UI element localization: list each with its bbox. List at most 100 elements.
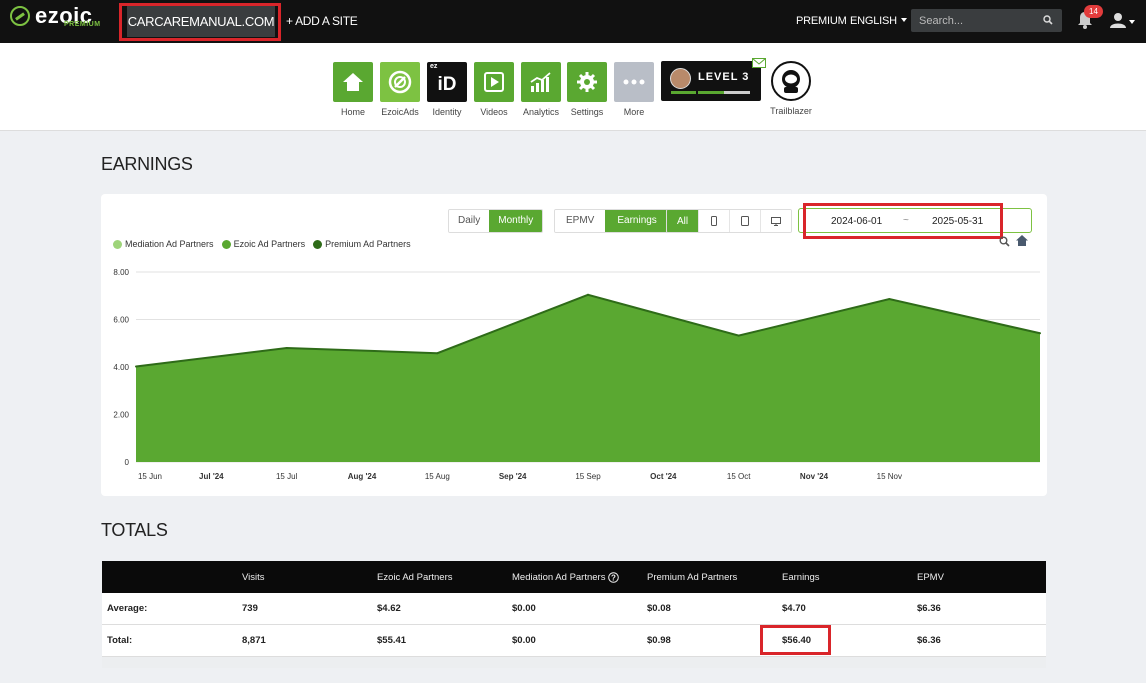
chevron-down-icon [900, 18, 907, 22]
app-more[interactable]: More [614, 62, 654, 117]
add-site-link[interactable]: + ADD A SITE [286, 14, 358, 28]
x-tick-label: 15 Oct [727, 472, 751, 481]
metric-epmv-button[interactable]: EPMV [555, 210, 606, 232]
device-tablet-button[interactable] [729, 210, 760, 232]
astronaut-icon [771, 61, 811, 101]
column-header: EPMV [917, 572, 944, 583]
period-daily-button[interactable]: Daily [449, 210, 490, 232]
table-cell: $55.41 [377, 635, 407, 646]
x-tick-label: Aug '24 [348, 472, 377, 481]
x-tick-label: Sep '24 [499, 472, 527, 481]
x-tick-label: Oct '24 [650, 472, 677, 481]
device-filter: All [666, 209, 792, 233]
legend-label: Premium Ad Partners [325, 239, 411, 249]
column-header: Premium Ad Partners [647, 572, 738, 583]
x-tick-label: Nov '24 [800, 472, 829, 481]
table-cell: 8,871 [242, 635, 266, 646]
user-avatar-icon[interactable] [1110, 12, 1126, 28]
device-mobile-button[interactable] [698, 210, 729, 232]
period-toggle: Daily Monthly [448, 209, 544, 233]
premium-link[interactable]: PREMIUM [796, 15, 847, 27]
table-header: Visits Ezoic Ad Partners Mediation Ad Pa… [102, 561, 1046, 593]
app-analytics[interactable]: Analytics [521, 62, 561, 117]
metric-earnings-button[interactable]: Earnings [605, 210, 669, 232]
earnings-heading: EARNINGS [101, 154, 193, 174]
period-monthly-button[interactable]: Monthly [489, 210, 543, 232]
app-identity-tile[interactable]: ez iD [427, 62, 467, 102]
reset-zoom-home-icon[interactable] [1016, 235, 1028, 246]
videos-icon [484, 72, 504, 92]
data-point [888, 298, 891, 301]
data-point [737, 334, 740, 337]
legend-item-premium[interactable]: Premium Ad Partners [313, 239, 411, 249]
app-more-tile[interactable] [614, 62, 654, 102]
trailblazer-label: Trailblazer [770, 106, 812, 116]
search-box[interactable] [911, 9, 1062, 32]
app-settings-tile[interactable] [567, 62, 607, 102]
x-tick-label: Jul '24 [199, 472, 224, 481]
x-tick-label: 15 Jun [138, 472, 162, 481]
table-cell: $6.36 [917, 603, 941, 614]
identity-icon: iD [437, 74, 457, 95]
home-icon [343, 73, 363, 91]
earnings-area-chart: 0 2.00 4.00 6.00 8.00 15 Jun Jul '24 15 Jul Aug … [113, 268, 1041, 481]
y-tick-label: 2.00 [113, 411, 129, 420]
earnings-highlight-box [760, 625, 831, 655]
desktop-icon [771, 216, 781, 226]
app-settings[interactable]: Settings [567, 62, 607, 117]
level-progress-bar [698, 91, 750, 94]
column-header: Earnings [782, 572, 820, 583]
brand-tier: PREMIUM [64, 21, 101, 28]
mail-icon[interactable] [752, 58, 766, 68]
table-footer [102, 657, 1046, 668]
app-videos[interactable]: Videos [474, 62, 514, 117]
data-point [1039, 332, 1041, 335]
level-label: LEVEL 3 [698, 71, 750, 83]
search-input[interactable] [911, 9, 1031, 32]
level-progress-fill [698, 91, 724, 94]
app-launcher-bar: Home EzoicAds ez iD Identity Videos Anal… [0, 43, 1146, 131]
app-videos-tile[interactable] [474, 62, 514, 102]
zoom-icon[interactable] [999, 236, 1010, 247]
ezoic-logo-icon [10, 6, 30, 26]
column-header: Ezoic Ad Partners [377, 572, 453, 583]
table-cell: 739 [242, 603, 258, 614]
x-tick-label: 15 Nov [877, 472, 902, 481]
legend-swatch [113, 239, 122, 249]
column-header: Mediation Ad Partners [512, 572, 606, 583]
search-icon[interactable] [1043, 15, 1053, 25]
level-accent-bar [671, 91, 696, 94]
legend-label: Mediation Ad Partners [125, 239, 214, 249]
svg-text:?: ? [612, 573, 617, 582]
data-point [436, 352, 439, 355]
app-home-tile[interactable] [333, 62, 373, 102]
ezoicads-icon [388, 70, 412, 94]
date-highlight-box [803, 203, 1003, 239]
legend-item-ezoic[interactable]: Ezoic Ad Partners [221, 239, 305, 249]
metric-toggle: EPMV Earnings [554, 209, 670, 233]
language-selector[interactable]: ENGLISH [850, 15, 907, 27]
column-header-mediation: Mediation Ad Partners? [512, 572, 620, 583]
device-all-button[interactable]: All [667, 210, 698, 232]
table-cell: $6.36 [917, 635, 941, 646]
table-cell: $4.70 [782, 603, 806, 614]
table-cell: $0.00 [512, 603, 536, 614]
table-row: Average: 739 $4.62 $0.00 $0.08 $4.70 $6.… [102, 593, 1046, 625]
app-home[interactable]: Home [333, 62, 373, 117]
column-header: Visits [242, 572, 265, 583]
language-label: ENGLISH [850, 15, 897, 27]
level-widget[interactable]: LEVEL 3 [661, 61, 761, 101]
trailblazer-badge[interactable]: Trailblazer [768, 61, 814, 116]
user-menu-chevron-icon[interactable] [1129, 20, 1135, 24]
app-ezoicads[interactable]: EzoicAds [380, 62, 420, 117]
help-icon[interactable]: ? [608, 572, 620, 583]
app-identity[interactable]: ez iD Identity [427, 62, 467, 117]
y-tick-label: 6.00 [113, 316, 129, 325]
device-desktop-button[interactable] [760, 210, 791, 232]
row-label: Total: [107, 635, 133, 646]
legend-item-mediation[interactable]: Mediation Ad Partners [113, 239, 214, 249]
x-tick-label: 15 Aug [425, 472, 450, 481]
app-ezoicads-tile[interactable] [380, 62, 420, 102]
app-analytics-tile[interactable] [521, 62, 561, 102]
y-tick-label: 8.00 [113, 268, 129, 277]
